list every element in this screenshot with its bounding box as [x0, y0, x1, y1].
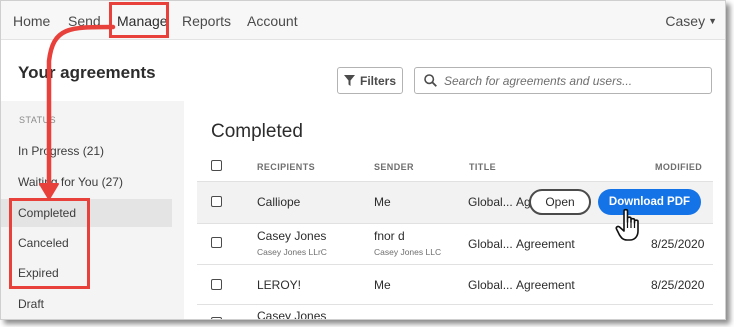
status-highlight: [9, 198, 90, 289]
hand-cursor-icon: [615, 208, 639, 241]
app-window: Home Send Manage Reports Account Casey ▼ …: [0, 0, 726, 320]
manage-highlight: [109, 2, 169, 38]
annotation-arrow: [39, 24, 116, 200]
